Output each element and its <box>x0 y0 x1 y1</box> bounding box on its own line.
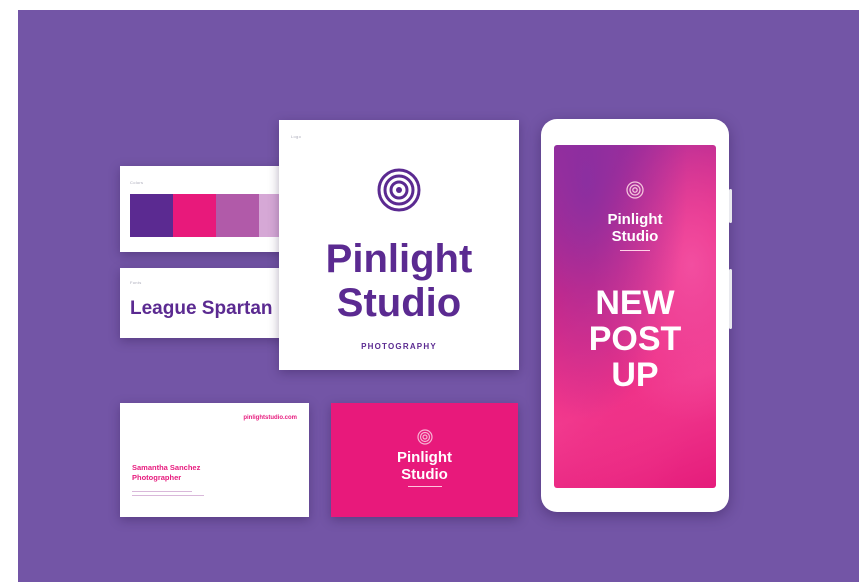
business-card-front: pinlightstudio.com Samantha Sanchez Phot… <box>120 403 309 517</box>
logo-card: Logo Pinlight Studio PHOTOGRAPHY <box>279 120 519 370</box>
color-swatches <box>130 194 302 237</box>
swatch-mauve <box>216 194 259 237</box>
swatch-pink <box>173 194 216 237</box>
rings-logo-icon <box>417 429 433 445</box>
rings-logo-icon <box>626 181 644 199</box>
concentric-rings-logo-icon <box>377 168 421 212</box>
screen-tagline <box>554 249 716 251</box>
business-card-name: Samantha Sanchez Photographer <box>132 463 200 483</box>
pink-card-tagline <box>331 485 518 487</box>
phone-volume-button <box>729 269 732 329</box>
business-card-name-line-2: Photographer <box>132 473 182 482</box>
headline-line-1: NEW <box>595 284 675 322</box>
logo-tagline: PHOTOGRAPHY <box>361 342 437 351</box>
logo-line-1: Pinlight <box>325 237 473 281</box>
phone-mockup: Pinlight Studio NEW POST UP <box>541 119 732 512</box>
business-card-fine-print <box>132 489 204 496</box>
headline-line-2: POST <box>588 320 682 358</box>
font-name: League Spartan <box>130 298 273 319</box>
logo-label: Logo <box>291 134 302 139</box>
business-card-back: Pinlight Studio <box>331 403 518 517</box>
headline-line-3: UP <box>611 356 659 394</box>
swatch-purple <box>130 194 173 237</box>
screen-brand-line-2: Studio <box>611 228 659 245</box>
palette-label: Colors <box>130 180 144 185</box>
logo-line-2: Studio <box>336 281 462 325</box>
social-post-screen: Pinlight Studio NEW POST UP <box>554 145 716 488</box>
pink-card-line-1: Pinlight <box>397 449 452 466</box>
business-card-url: pinlightstudio.com <box>243 415 297 421</box>
pink-card-line-2: Studio <box>401 466 448 483</box>
screen-brand-line-1: Pinlight <box>607 211 663 228</box>
business-card-name-line-1: Samantha Sanchez <box>132 463 201 472</box>
font-label: Fonts <box>130 280 142 285</box>
mockup-background: Colors Fonts League Spartan Logo Pinligh… <box>18 10 859 582</box>
phone-side-button <box>729 189 732 223</box>
